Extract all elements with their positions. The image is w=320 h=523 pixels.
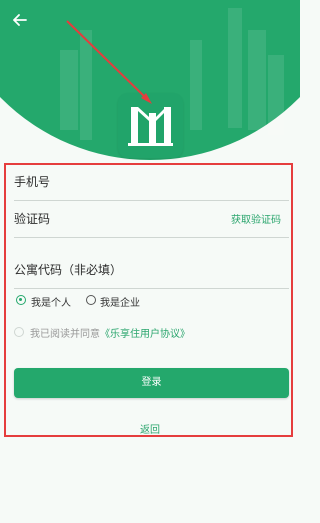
building-silhouette	[60, 50, 78, 130]
app-logo	[118, 93, 183, 158]
agreement-link[interactable]: 《乐享住用户协议》	[100, 329, 190, 340]
verification-code-field[interactable]: 验证码 获取验证码	[14, 201, 289, 238]
arrow-left-icon	[13, 14, 27, 26]
agreement-prefix: 我已阅读并同意	[30, 329, 100, 340]
agreement-row: 我已阅读并同意《乐享住用户协议》	[14, 325, 284, 343]
login-button[interactable]: 登录	[14, 368, 289, 398]
building-silhouette	[228, 8, 242, 128]
apartment-code-field[interactable]: 公寓代码（非必填）	[14, 252, 289, 289]
apartment-code-label: 公寓代码（非必填）	[14, 263, 123, 277]
building-silhouette	[248, 30, 266, 130]
get-code-button[interactable]: 获取验证码	[231, 211, 281, 226]
user-type-group: 我是个人 我是企业	[14, 292, 274, 312]
back-button[interactable]	[8, 10, 32, 34]
verification-code-label: 验证码	[14, 212, 51, 226]
agreement-checkbox[interactable]	[14, 327, 24, 337]
building-logo-icon	[128, 107, 173, 146]
radio-enterprise[interactable]	[86, 295, 96, 305]
agreement-text: 我已阅读并同意《乐享住用户协议》	[30, 325, 190, 340]
header	[0, 0, 300, 160]
radio-individual-label[interactable]: 我是个人	[31, 294, 71, 309]
phone-label: 手机号	[14, 175, 51, 189]
radio-enterprise-label[interactable]: 我是企业	[100, 294, 140, 309]
building-silhouette	[268, 55, 284, 135]
phone-field[interactable]: 手机号	[14, 164, 289, 201]
building-silhouette	[190, 40, 202, 130]
radio-individual[interactable]	[16, 295, 26, 305]
return-link[interactable]: 返回	[0, 421, 300, 436]
building-silhouette	[80, 30, 92, 140]
